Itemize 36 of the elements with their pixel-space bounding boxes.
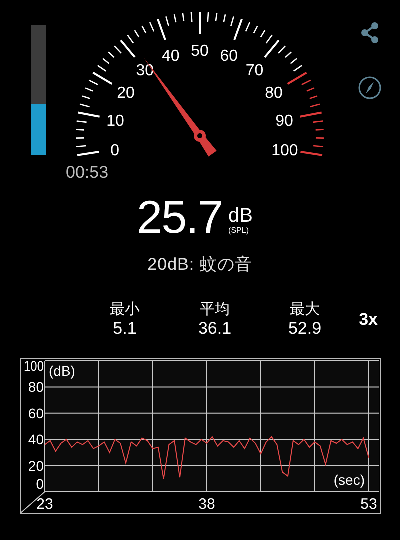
axis-title: (dB) [49,363,76,379]
speed-button[interactable]: 3x [359,307,378,333]
y-tick-label: 60 [28,405,44,422]
axis-title: (sec) [334,472,365,488]
stat-label: 最大 [290,301,320,319]
y-tick-label: 100 [24,358,48,374]
stat-value: 36.1 [198,319,232,339]
dial-label: 90 [276,112,294,130]
dial-label: 0 [110,142,120,160]
dial-label: 70 [246,62,264,80]
y-tick-label: 0 [36,476,44,492]
sound-level-value: 25.7 [137,194,223,240]
dial-label: 60 [220,48,238,66]
y-tick-label: 80 [28,379,44,396]
y-tick-label: 20 [28,458,44,474]
y-tick-label: 40 [28,432,44,448]
level-description: 20dB: 蚊の音 [148,254,252,276]
stat-value: 5.1 [113,319,137,339]
compass-icon[interactable] [358,76,382,100]
unit-note: (SPL) [228,226,249,236]
x-tick-label: 53 [360,496,378,513]
unit-label: dB [228,206,253,226]
elapsed-time: 00:53 [66,163,109,182]
dial-label: 80 [265,85,283,102]
stat-value: 52.9 [288,319,322,339]
dial-label: 30 [136,62,154,80]
share-icon[interactable] [360,22,380,44]
dial-label: 40 [162,48,180,66]
x-tick-label: 23 [36,496,54,513]
stat-label: 最小 [110,301,140,319]
dial-label: 50 [191,43,209,60]
x-tick-label: 38 [198,496,216,513]
dial-label: 100 [272,142,298,160]
dial-label: 10 [106,112,124,130]
dial-label: 20 [117,85,135,102]
stat-label: 平均 [200,301,230,319]
